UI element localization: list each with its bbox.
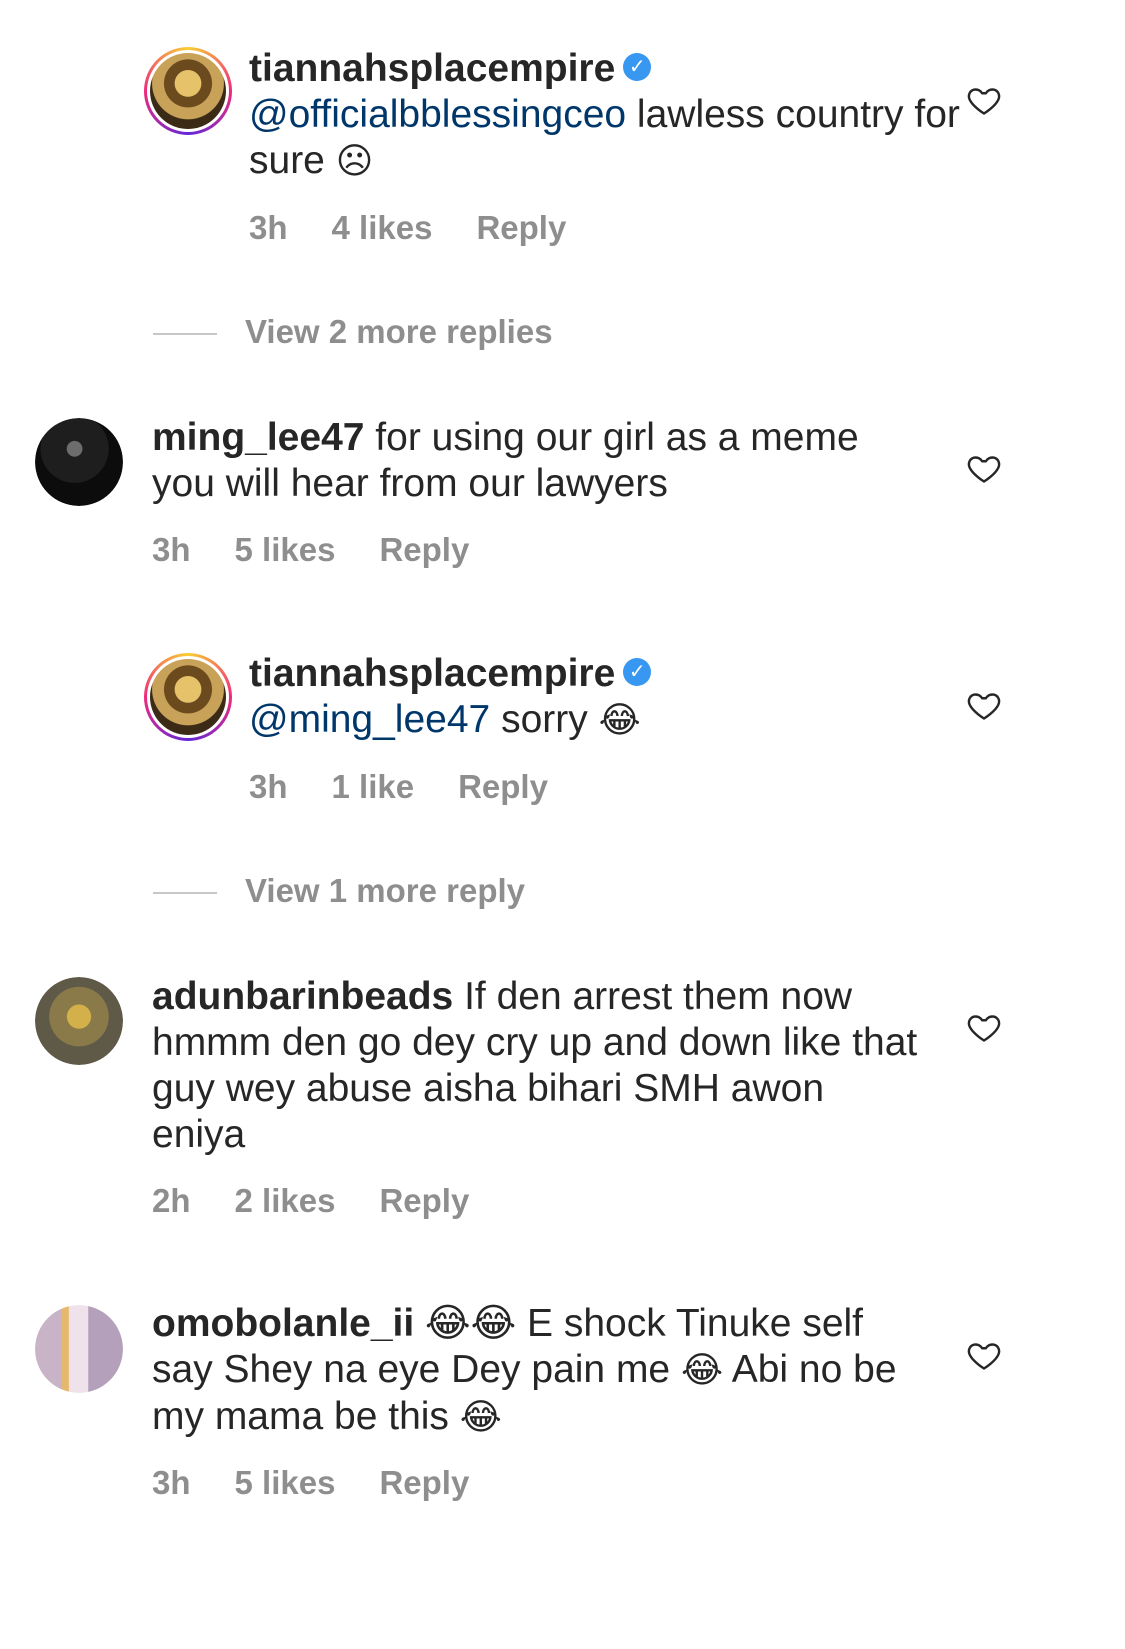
reply-button[interactable]: Reply <box>476 209 566 246</box>
likes-count[interactable]: 5 likes <box>235 1464 336 1501</box>
timestamp: 3h <box>152 531 191 568</box>
sad-face-emoji: ☹ <box>335 141 374 182</box>
comment-meta: 3h 5 likes Reply <box>152 1464 513 1502</box>
likes-count[interactable]: 2 likes <box>235 1182 336 1219</box>
reply-button[interactable]: Reply <box>458 768 548 805</box>
likes-count[interactable]: 5 likes <box>235 531 336 568</box>
reply-button[interactable]: Reply <box>379 1464 469 1501</box>
heart-icon[interactable] <box>966 1337 1002 1373</box>
avatar[interactable] <box>144 47 232 135</box>
heart-icon[interactable] <box>966 1009 1002 1045</box>
verified-badge-icon: ✓ <box>623 52 652 81</box>
timestamp: 3h <box>249 768 288 805</box>
likes-count[interactable]: 1 like <box>332 768 415 805</box>
avatar[interactable] <box>35 977 123 1065</box>
view-more-label[interactable]: View 1 more reply <box>245 872 525 909</box>
comment-text: tiannahsplacempire ✓ @ming_lee47 sorry 😂 <box>249 651 1039 744</box>
heart-icon[interactable] <box>966 687 1002 723</box>
reply-button[interactable]: Reply <box>379 1182 469 1219</box>
username[interactable]: adunbarinbeads <box>152 975 453 1018</box>
comment-body: sorry <box>490 698 599 741</box>
laughing-emoji: 😂 <box>459 1397 502 1438</box>
username[interactable]: tiannahsplacempire <box>249 47 615 90</box>
view-more-label[interactable]: View 2 more replies <box>245 313 553 350</box>
username[interactable]: ming_lee47 <box>152 416 364 459</box>
heart-icon[interactable] <box>966 450 1002 486</box>
divider-line <box>153 333 217 336</box>
verified-badge-icon: ✓ <box>623 657 652 686</box>
mention-link[interactable]: @officialbblessingceo <box>249 93 626 136</box>
view-more-replies[interactable]: View 2 more replies <box>153 313 553 351</box>
username[interactable]: tiannahsplacempire <box>249 652 615 695</box>
comment-meta: 2h 2 likes Reply <box>152 1182 513 1220</box>
comment-text: tiannahsplacempire ✓ @officialbblessingce… <box>249 46 1039 185</box>
heart-icon[interactable] <box>966 82 1002 118</box>
laughing-emoji: 😂 <box>680 1350 724 1391</box>
avatar[interactable] <box>144 653 232 741</box>
view-more-replies[interactable]: View 1 more reply <box>153 872 525 910</box>
username[interactable]: omobolanle_ii <box>152 1302 414 1345</box>
avatar[interactable] <box>35 1305 123 1393</box>
comment-text: ming_lee47 for using our girl as a meme … <box>152 415 922 507</box>
timestamp: 2h <box>152 1182 191 1219</box>
likes-count[interactable]: 4 likes <box>332 209 433 246</box>
avatar[interactable] <box>35 418 123 506</box>
timestamp: 3h <box>152 1464 191 1501</box>
timestamp: 3h <box>249 209 288 246</box>
comment-text: omobolanle_ii 😂😂 E shock Tinuke self say… <box>152 1301 922 1441</box>
comment-meta: 3h 5 likes Reply <box>152 531 513 569</box>
comment-meta: 3h 1 like Reply <box>249 768 592 806</box>
divider-line <box>153 892 217 895</box>
mention-link[interactable]: @ming_lee47 <box>249 698 490 741</box>
reply-button[interactable]: Reply <box>379 531 469 568</box>
comment-text: adunbarinbeads If den arrest them now hm… <box>152 974 922 1158</box>
laughing-emoji: 😂 <box>598 700 641 741</box>
comment-meta: 3h 4 likes Reply <box>249 209 610 247</box>
